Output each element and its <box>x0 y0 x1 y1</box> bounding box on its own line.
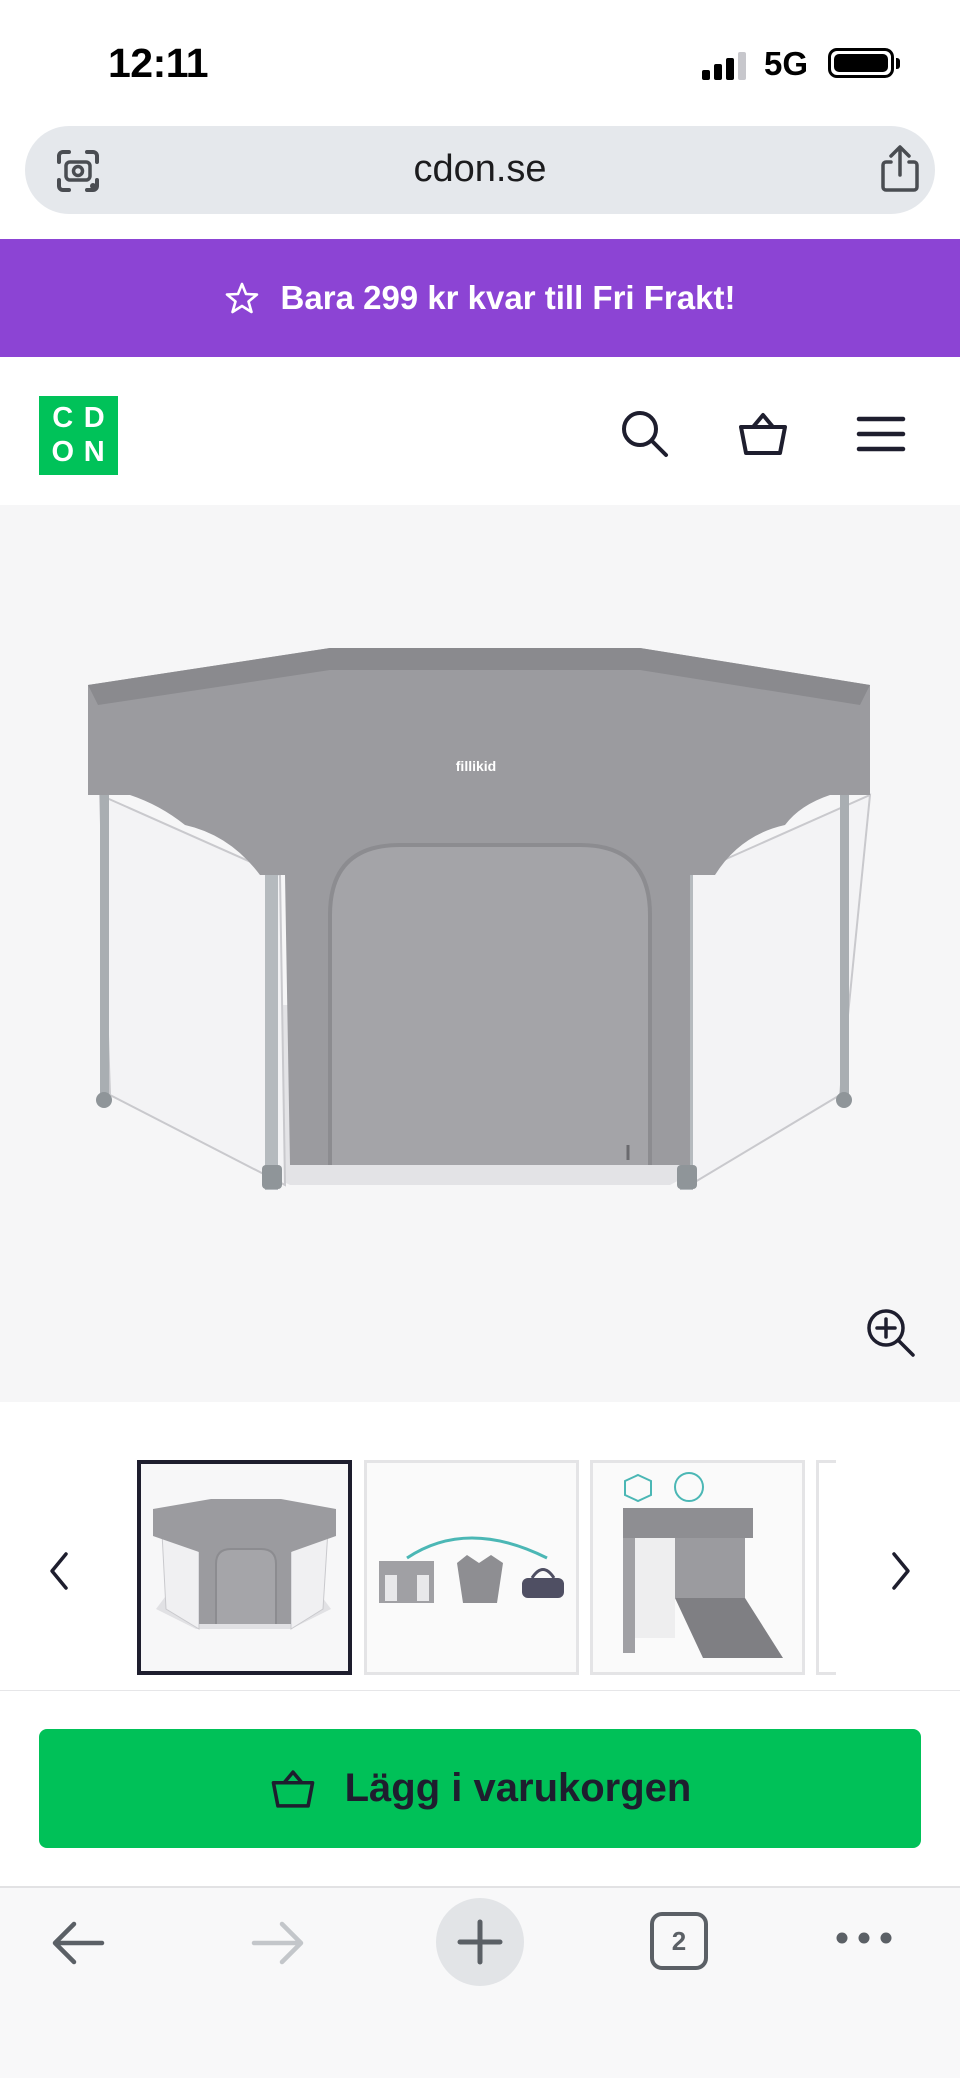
thumbnail-2[interactable] <box>364 1460 579 1675</box>
status-bar: 12:11 5G <box>0 0 960 120</box>
add-to-cart-button[interactable]: Lägg i varukorgen <box>39 1729 921 1848</box>
playpen-illustration: fillikid <box>88 648 872 1190</box>
more-icon[interactable] <box>834 1928 894 1948</box>
image-gallery <box>0 1402 960 1692</box>
back-arrow-icon[interactable] <box>48 1918 108 1968</box>
share-icon[interactable] <box>877 144 923 194</box>
logo-letter: D <box>83 402 105 435</box>
menu-icon[interactable] <box>854 407 908 461</box>
cdon-logo[interactable]: C D O N <box>39 396 118 475</box>
thumbnail-folding-image <box>367 1463 576 1672</box>
thumbnail-3[interactable] <box>590 1460 805 1675</box>
status-time: 12:11 <box>108 40 209 86</box>
brand-print: fillikid <box>456 758 496 774</box>
plus-icon <box>457 1919 503 1965</box>
basket-icon[interactable] <box>736 407 790 461</box>
add-to-cart-bar: Lägg i varukorgen <box>0 1690 960 1886</box>
chevron-right-icon[interactable] <box>880 1548 920 1594</box>
search-icon[interactable] <box>618 407 672 461</box>
thumbnail-playpen-image <box>141 1464 348 1671</box>
chevron-left-icon[interactable] <box>40 1548 80 1594</box>
logo-letter: N <box>83 435 105 468</box>
forward-arrow-icon[interactable] <box>248 1918 308 1968</box>
free-shipping-banner: Bara 299 kr kvar till Fri Frakt! <box>0 239 960 357</box>
free-shipping-text: Bara 299 kr kvar till Fri Frakt! <box>280 279 736 316</box>
product-image[interactable]: fillikid <box>0 505 960 1402</box>
battery-tip <box>896 58 900 69</box>
logo-letter: O <box>51 435 75 468</box>
zoom-in-icon[interactable] <box>864 1306 918 1360</box>
basket-icon <box>271 1769 314 1808</box>
signal-icon <box>702 50 750 80</box>
thumbnail-door-image <box>593 1463 802 1672</box>
battery-icon <box>828 48 894 78</box>
star-icon <box>225 282 258 314</box>
address-bar[interactable]: cdon.se <box>25 126 935 214</box>
browser-toolbar: 2 <box>0 1886 960 2078</box>
network-type: 5G <box>764 45 809 82</box>
thumbnail-4[interactable] <box>816 1460 836 1675</box>
thumbnail-1[interactable] <box>137 1460 352 1675</box>
add-to-cart-label: Lägg i varukorgen <box>344 1766 692 1810</box>
site-header: C D O N <box>0 357 960 505</box>
logo-letter: C <box>52 402 74 435</box>
new-tab-button[interactable] <box>436 1898 524 1986</box>
url-text[interactable]: cdon.se <box>25 148 935 191</box>
tabs-button[interactable]: 2 <box>650 1912 708 1970</box>
